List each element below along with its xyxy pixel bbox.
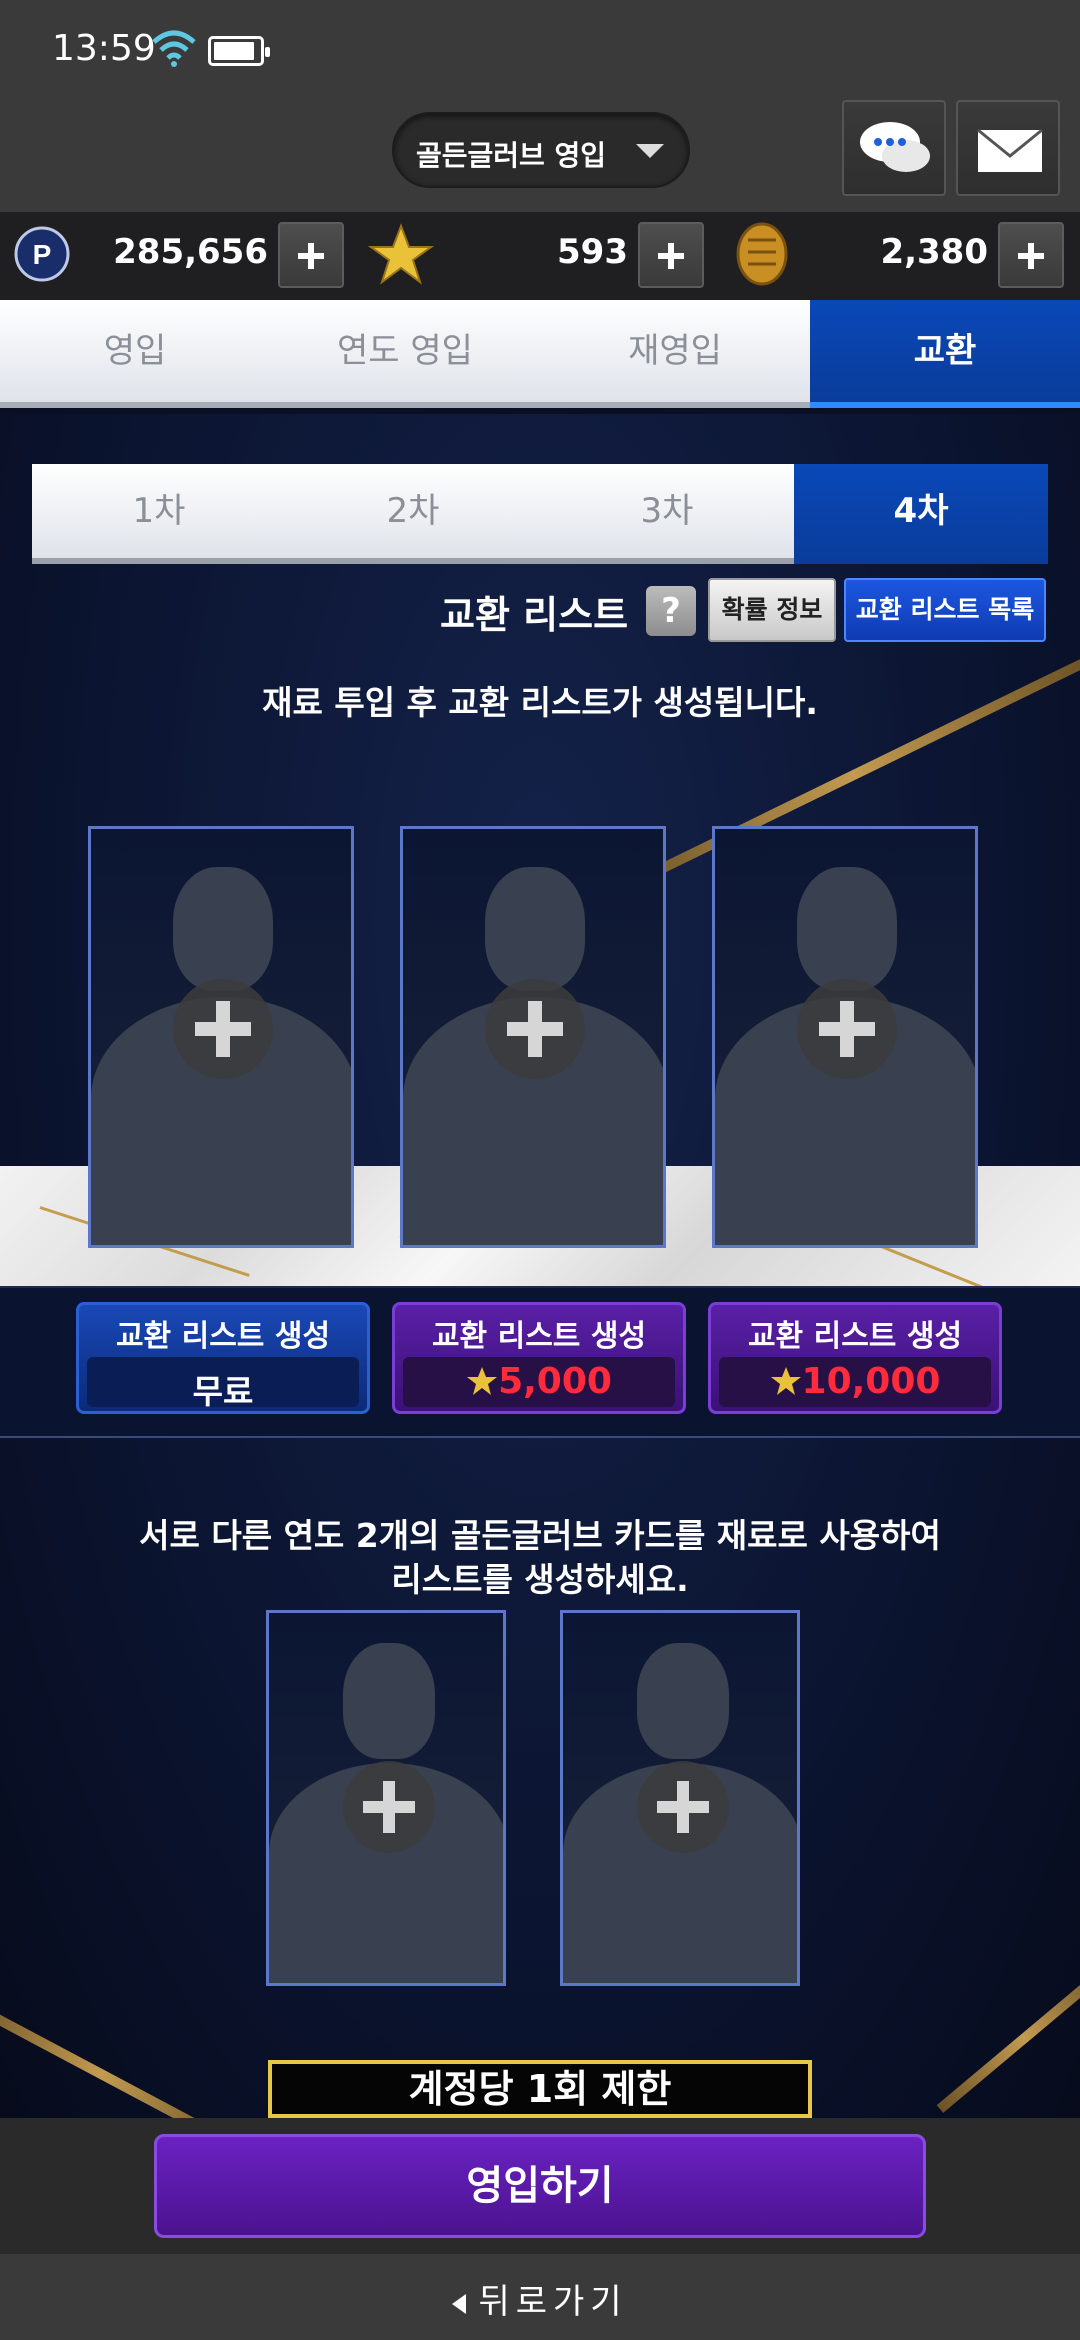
tab-round-3[interactable]: 3차 <box>540 464 794 558</box>
material-info-text: 서로 다른 연도 2개의 골든글러브 카드를 재료로 사용하여 리스트를 생성하… <box>0 1514 1080 1602</box>
p-coin-icon: P <box>14 226 70 282</box>
p-point-value: 285,656 <box>113 232 268 272</box>
golden-glove-icon <box>736 222 788 286</box>
plus-icon <box>343 1761 435 1853</box>
exchange-list-button[interactable]: 교환 리스트 목록 <box>844 578 1046 642</box>
mode-select-dropdown[interactable]: 골든글러브 영입 <box>392 112 690 188</box>
tab-exchange[interactable]: 교환 <box>810 300 1080 408</box>
bottom-action-bar: 영입하기 <box>0 2118 1080 2254</box>
currency-bar: P 285,656 593 2,380 <box>0 212 1080 300</box>
plus-icon <box>637 1761 729 1853</box>
price-free: 무료 <box>192 1372 254 1411</box>
exchange-info-text: 재료 투입 후 교환 리스트가 생성됩니다. <box>262 683 818 722</box>
tab-year-recruit[interactable]: 연도 영입 <box>270 300 540 402</box>
wifi-icon <box>152 30 196 67</box>
price-number: 10,000 <box>801 1361 941 1402</box>
star-icon <box>770 1367 801 1395</box>
material-slot-1[interactable] <box>266 1610 506 1986</box>
battery-level <box>214 42 254 60</box>
tab-round-1[interactable]: 1차 <box>32 464 286 558</box>
exchange-slot-2[interactable] <box>400 826 666 1248</box>
svg-text:P: P <box>33 239 52 270</box>
recruit-button[interactable]: 영입하기 <box>154 2134 926 2238</box>
price-value: 10,000 <box>719 1361 991 1402</box>
price-number: 5,000 <box>498 1361 612 1402</box>
player-silhouette <box>173 867 273 991</box>
material-info-line-1: 서로 다른 연도 2개의 골든글러브 카드를 재료로 사용하여 <box>139 1516 941 1555</box>
exchange-content: 1차 2차 3차 4차 교환 리스트 ? 확률 정보 교환 리스트 목록 재료 … <box>0 414 1080 2118</box>
star-icon <box>467 1367 498 1395</box>
exchange-slot-3[interactable] <box>712 826 978 1248</box>
material-info-line-2: 리스트를 생성하세요. <box>391 1560 689 1599</box>
generate-label: 교환 리스트 생성 <box>747 1319 963 1354</box>
chat-button[interactable] <box>842 100 946 196</box>
generate-list-10000-button[interactable]: 교환 리스트 생성 10,000 <box>708 1302 1002 1414</box>
chevron-down-icon <box>636 144 664 158</box>
tab-re-recruit[interactable]: 재영입 <box>540 300 810 402</box>
price-box: 무료 <box>87 1357 359 1411</box>
player-silhouette <box>343 1643 435 1759</box>
glove-value: 2,380 <box>880 232 988 272</box>
player-silhouette <box>797 867 897 991</box>
exchange-list-title: 교환 리스트 <box>440 593 629 637</box>
decor-gold-line <box>936 1963 1080 2113</box>
plus-icon <box>485 979 585 1079</box>
price-box: 5,000 <box>403 1357 675 1407</box>
add-glove-button[interactable] <box>998 222 1064 288</box>
top-bar: 골든글러브 영입 <box>0 100 1080 212</box>
probability-info-button[interactable]: 확률 정보 <box>708 578 836 642</box>
status-time: 13:59 <box>52 28 156 69</box>
main-tabs: 영입 연도 영입 재영입 교환 <box>0 300 1080 408</box>
add-p-point-button[interactable] <box>278 222 344 288</box>
gold-star-icon <box>368 223 434 285</box>
add-star-button[interactable] <box>638 222 704 288</box>
tab-round-4[interactable]: 4차 <box>794 464 1048 564</box>
player-silhouette <box>637 1643 729 1759</box>
back-arrow-icon <box>452 2293 467 2314</box>
mode-select-label: 골든글러브 영입 <box>416 139 607 172</box>
player-silhouette <box>485 867 585 991</box>
back-button[interactable]: 뒤로가기 <box>0 2274 1080 2323</box>
plus-icon <box>797 979 897 1079</box>
material-slot-2[interactable] <box>560 1610 800 1986</box>
price-value: 5,000 <box>403 1361 675 1402</box>
price-box: 10,000 <box>719 1357 991 1407</box>
exchange-slot-1[interactable] <box>88 826 354 1248</box>
mail-button[interactable] <box>956 100 1060 196</box>
tab-round-2[interactable]: 2차 <box>286 464 540 558</box>
generate-strip: 교환 리스트 생성 무료 교환 리스트 생성 5,000 교환 리스트 생성 1… <box>0 1286 1080 1438</box>
tab-recruit[interactable]: 영입 <box>0 300 270 402</box>
app-root: 13:59 골든글러브 영입 P 285,656 593 2,380 영입 연도… <box>0 0 1080 2340</box>
generate-list-5000-button[interactable]: 교환 리스트 생성 5,000 <box>392 1302 686 1414</box>
generate-label: 교환 리스트 생성 <box>115 1319 331 1354</box>
mail-icon <box>977 128 1043 172</box>
help-button[interactable]: ? <box>646 586 696 636</box>
star-value: 593 <box>557 232 628 272</box>
decor-gold-line <box>0 1994 245 2118</box>
back-bar[interactable]: 뒤로가기 <box>0 2254 1080 2340</box>
battery-icon <box>208 36 270 66</box>
account-limit-label: 계정당 1회 제한 <box>268 2060 812 2118</box>
status-bar: 13:59 <box>0 0 1080 100</box>
plus-icon <box>173 979 273 1079</box>
generate-list-free-button[interactable]: 교환 리스트 생성 무료 <box>76 1302 370 1414</box>
chat-icon <box>860 122 930 172</box>
round-tabs: 1차 2차 3차 4차 <box>32 464 1048 564</box>
generate-label: 교환 리스트 생성 <box>431 1319 647 1354</box>
back-label: 뒤로가기 <box>478 2282 628 2322</box>
